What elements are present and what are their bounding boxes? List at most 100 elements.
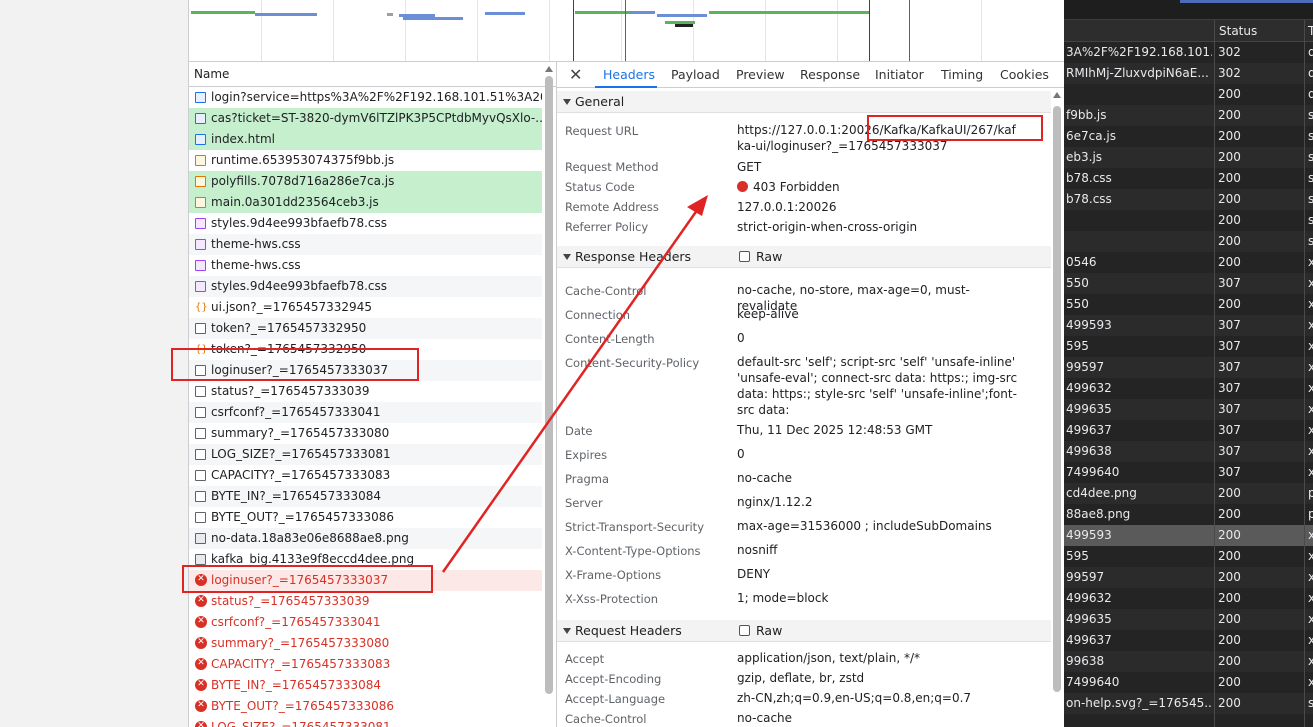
type-cell: x	[1308, 675, 1313, 689]
tab-response[interactable]: Response	[800, 67, 860, 82]
table-header: Status T	[1064, 20, 1313, 42]
header-value: nginx/1.12.2	[737, 495, 813, 509]
scroll-up-arrow-icon[interactable]	[1053, 92, 1061, 98]
tab-timing[interactable]: Timing	[941, 67, 983, 82]
request-row[interactable]: ✕ BYTE_IN?_=1765457333084	[189, 675, 542, 696]
type-cell: x	[1308, 528, 1313, 542]
table-row[interactable]: 88ae8.png 200 p	[1064, 504, 1313, 525]
checkbox-icon[interactable]	[739, 625, 750, 636]
request-row[interactable]: theme-hws.css	[189, 255, 542, 276]
general-section-header[interactable]: General	[557, 91, 1051, 113]
request-row[interactable]: status?_=1765457333039	[189, 381, 542, 402]
table-row[interactable]: 99597 307 x	[1064, 357, 1313, 378]
table-row[interactable]: b78.css 200 s	[1064, 168, 1313, 189]
table-row[interactable]: 7499640 307 x	[1064, 462, 1313, 483]
tab-headers[interactable]: Headers	[603, 67, 655, 82]
raw-toggle[interactable]: Raw	[739, 620, 782, 642]
status-cell: 200	[1218, 612, 1241, 626]
table-row[interactable]: 99638 200 x	[1064, 651, 1313, 672]
script-icon	[195, 155, 206, 166]
table-row[interactable]: f9bb.js 200 s	[1064, 105, 1313, 126]
scroll-up-arrow-icon[interactable]	[545, 66, 553, 72]
table-row[interactable]: 499637 200 x	[1064, 630, 1313, 651]
table-row[interactable]: 499637 307 x	[1064, 420, 1313, 441]
request-row[interactable]: ✕ CAPACITY?_=1765457333083	[189, 654, 542, 675]
table-row[interactable]: 499638 307 x	[1064, 441, 1313, 462]
table-row[interactable]: 499593 200 x	[1064, 525, 1313, 546]
request-row[interactable]: ✕ summary?_=1765457333080	[189, 633, 542, 654]
tab-cookies[interactable]: Cookies	[1000, 67, 1049, 82]
request-list-scrollbar[interactable]	[545, 66, 554, 694]
request-row[interactable]: BYTE_IN?_=1765457333084	[189, 486, 542, 507]
request-row[interactable]: cas?ticket=ST-3820-dymV6lTZlPK3P5CPtdbMy…	[189, 108, 542, 129]
request-row[interactable]: index.html	[189, 129, 542, 150]
table-row[interactable]: 550 200 x	[1064, 294, 1313, 315]
table-row[interactable]: 499632 307 x	[1064, 378, 1313, 399]
request-row[interactable]: {} ui.json?_=1765457332945	[189, 297, 542, 318]
type-cell: x	[1308, 255, 1313, 269]
request-row[interactable]: no-data.18a83e06e8688ae8.png	[189, 528, 542, 549]
request-row[interactable]: login?service=https%3A%2F%2F192.168.101.…	[189, 87, 542, 108]
response-headers-section-header[interactable]: Response Headers Raw	[557, 246, 1051, 268]
scrollbar-thumb[interactable]	[545, 76, 553, 694]
desktop-background	[0, 0, 188, 727]
status-cell: 307	[1218, 423, 1241, 437]
request-row[interactable]: ✕ csrfconf?_=1765457333041	[189, 612, 542, 633]
table-row[interactable]: 595 200 x	[1064, 546, 1313, 567]
tab-preview[interactable]: Preview	[736, 67, 785, 82]
timeline-bar	[485, 12, 525, 15]
network-overview-timeline[interactable]	[188, 0, 1064, 62]
request-row[interactable]: LOG_SIZE?_=1765457333081	[189, 444, 542, 465]
type-column-header[interactable]: T	[1308, 20, 1313, 42]
table-row[interactable]: b78.css 200 s	[1064, 189, 1313, 210]
table-row[interactable]: 200 s	[1064, 210, 1313, 231]
request-row[interactable]: ✕ LOG_SIZE?_=1765457333081	[189, 717, 542, 727]
error-icon: ✕	[195, 616, 207, 628]
raw-toggle[interactable]: Raw	[739, 246, 782, 268]
tab-initiator[interactable]: Initiator	[875, 67, 924, 82]
table-row[interactable]: 595 307 x	[1064, 336, 1313, 357]
request-name: 595	[1066, 549, 1089, 563]
table-row[interactable]: 499593 307 x	[1064, 315, 1313, 336]
table-row[interactable]: on-help.svg?_=176545... 200 s	[1064, 693, 1313, 714]
table-row[interactable]: 499632 200 x	[1064, 588, 1313, 609]
request-row[interactable]: summary?_=1765457333080	[189, 423, 542, 444]
header-key: Cache-Control	[565, 284, 647, 298]
status-column-header[interactable]: Status	[1219, 20, 1257, 42]
table-row[interactable]: 499635 307 x	[1064, 399, 1313, 420]
scrollbar-thumb[interactable]	[1053, 106, 1061, 692]
request-row[interactable]: main.0a301dd23564ceb3.js	[189, 192, 542, 213]
table-row[interactable]: 3A%2F%2F192.168.101.... 302 d	[1064, 42, 1313, 63]
name-column-header[interactable]: Name	[189, 62, 556, 87]
request-row[interactable]: CAPACITY?_=1765457333083	[189, 465, 542, 486]
table-row[interactable]: 99597 200 x	[1064, 567, 1313, 588]
table-row[interactable]: 499635 200 x	[1064, 609, 1313, 630]
request-row[interactable]: runtime.653953074375f9bb.js	[189, 150, 542, 171]
request-row[interactable]: styles.9d4ee993bfaefb78.css	[189, 276, 542, 297]
timeline-grid-line	[981, 0, 982, 61]
request-row[interactable]: ✕ BYTE_OUT?_=1765457333086	[189, 696, 542, 717]
table-row[interactable]: 6e7ca.js 200 s	[1064, 126, 1313, 147]
table-row[interactable]: cd4dee.png 200 p	[1064, 483, 1313, 504]
section-title: Request Headers	[575, 623, 682, 638]
details-scrollbar[interactable]	[1053, 92, 1062, 727]
checkbox-icon[interactable]	[739, 251, 750, 262]
table-row[interactable]: 200 d	[1064, 84, 1313, 105]
table-row[interactable]: 0546 200 x	[1064, 252, 1313, 273]
request-row[interactable]: BYTE_OUT?_=1765457333086	[189, 507, 542, 528]
request-headers-section-header[interactable]: Request Headers Raw	[557, 620, 1051, 642]
tab-payload[interactable]: Payload	[671, 67, 720, 82]
request-row[interactable]: csrfconf?_=1765457333041	[189, 402, 542, 423]
request-row[interactable]: polyfills.7078d716a286e7ca.js	[189, 171, 542, 192]
table-row[interactable]: 550 307 x	[1064, 273, 1313, 294]
request-name: ui.json?_=1765457332945	[211, 300, 372, 314]
request-row[interactable]: ✕ status?_=1765457333039	[189, 591, 542, 612]
table-row[interactable]: 200 s	[1064, 231, 1313, 252]
close-icon[interactable]: ✕	[569, 65, 582, 84]
table-row[interactable]: RMIhMj-ZluxvdpiN6aE... 302 d	[1064, 63, 1313, 84]
table-row[interactable]: 7499640 200 x	[1064, 672, 1313, 693]
request-row[interactable]: theme-hws.css	[189, 234, 542, 255]
request-row[interactable]: styles.9d4ee993bfaefb78.css	[189, 213, 542, 234]
table-row[interactable]: eb3.js 200 s	[1064, 147, 1313, 168]
request-row[interactable]: token?_=1765457332950	[189, 318, 542, 339]
